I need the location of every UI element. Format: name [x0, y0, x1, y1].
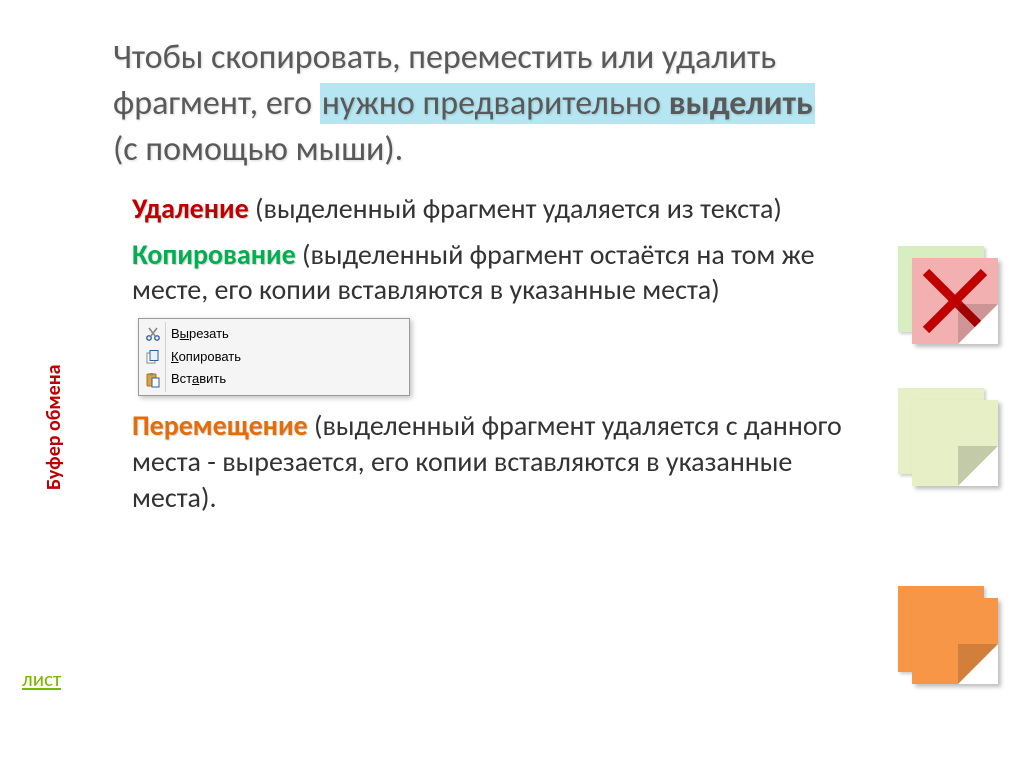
paste-icon	[145, 372, 161, 388]
title-line-1: Чтобы скопировать, переместить или удали…	[113, 37, 776, 78]
context-menu-cut[interactable]: Вырезать	[139, 323, 409, 346]
term-move: Перемещение	[132, 408, 308, 443]
text-delete: (выделенный фрагмент удаляется из текста…	[249, 191, 782, 226]
note-deco-front-1	[912, 258, 998, 344]
sidebar-clipboard-label: Буфер обмена	[42, 364, 66, 490]
context-menu-copy-label: Копировать	[171, 349, 241, 366]
context-menu: Вырезать Копировать Вставить	[138, 318, 410, 396]
para-move: Перемещение (выделенный фрагмент удаляет…	[132, 408, 876, 515]
slide-title: Чтобы скопировать, переместить или удали…	[113, 35, 971, 173]
title-line-3: (с помощью мыши).	[113, 129, 403, 170]
scissors-icon	[145, 326, 161, 342]
para-copy: Копирование (выделенный фрагмент остаётс…	[132, 237, 876, 309]
context-menu-cut-label: Вырезать	[171, 326, 229, 343]
note-deco-front-3	[912, 598, 998, 684]
note-deco-front-2	[912, 400, 998, 486]
term-delete: Удаление	[132, 191, 249, 226]
title-line-2-prefix: фрагмент, его	[113, 83, 320, 124]
copy-icon	[145, 349, 161, 365]
term-copy: Копирование	[132, 237, 296, 272]
title-highlight-text: нужно предварительно	[322, 83, 669, 124]
context-menu-copy[interactable]: Копировать	[139, 346, 409, 369]
title-highlight-bold: выделить	[669, 83, 813, 124]
context-menu-paste-label: Вставить	[171, 371, 226, 388]
para-delete: Удаление (выделенный фрагмент удаляется …	[132, 191, 876, 227]
link-list[interactable]: лист	[22, 666, 61, 692]
context-menu-paste[interactable]: Вставить	[139, 368, 409, 391]
